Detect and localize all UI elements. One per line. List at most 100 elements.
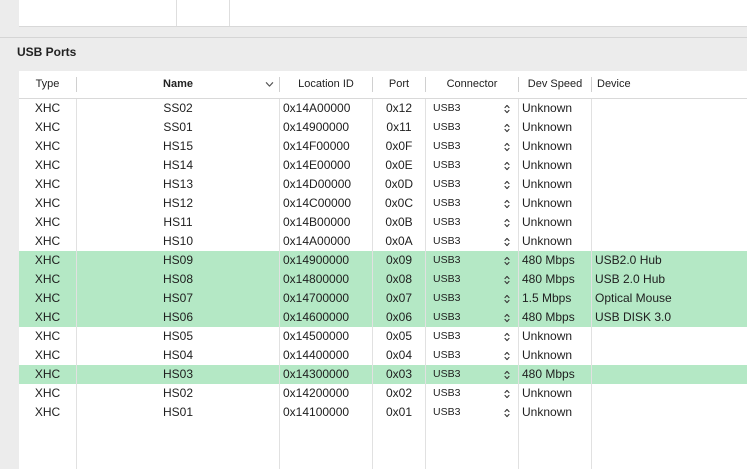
column-divider — [591, 99, 592, 469]
cell-type: XHC — [34, 405, 61, 419]
cell-port: 0x01 — [385, 405, 413, 419]
column-header-device[interactable]: Device — [597, 71, 737, 98]
cell-device — [595, 213, 745, 232]
cell-type: XHC — [34, 101, 61, 115]
up-down-stepper-icon[interactable] — [504, 142, 510, 152]
cell-dev-speed: Unknown — [522, 329, 573, 343]
cell-name: HS08 — [162, 272, 194, 286]
cell-name: HS11 — [163, 215, 193, 229]
cell-type: XHC — [34, 272, 61, 286]
cell-port: 0x06 — [385, 310, 413, 324]
cell-name: SS01 — [163, 120, 193, 134]
connector-popup-value[interactable]: USB3 — [433, 289, 493, 308]
cell-device: USB 2.0 Hub — [595, 272, 666, 286]
cell-name: HS07 — [162, 291, 194, 305]
table-row[interactable]: XHC HS01 0x14100000 0x01 USB3 Unknown — [19, 403, 747, 422]
table-row[interactable]: XHC SS02 0x14A00000 0x12 USB3 Unknown — [19, 99, 747, 118]
up-down-stepper-icon[interactable] — [504, 332, 510, 342]
connector-popup-value[interactable]: USB3 — [433, 308, 493, 327]
table-row[interactable]: XHC HS03 0x14300000 0x03 USB3 480 Mbps — [19, 365, 747, 384]
up-down-stepper-icon[interactable] — [504, 199, 510, 209]
connector-popup-value[interactable]: USB3 — [433, 365, 493, 384]
chevron-down-icon[interactable] — [265, 80, 274, 89]
connector-popup-value[interactable]: USB3 — [433, 156, 493, 175]
table-row[interactable]: XHC HS14 0x14E00000 0x0E USB3 Unknown — [19, 156, 747, 175]
connector-popup-value[interactable]: USB3 — [433, 403, 493, 422]
table-row[interactable]: XHC HS02 0x14200000 0x02 USB3 Unknown — [19, 384, 747, 403]
up-down-stepper-icon[interactable] — [504, 256, 510, 266]
usb-ports-table[interactable]: Type Name Location ID Port Connector Dev… — [19, 71, 747, 469]
cell-device — [595, 137, 745, 156]
cell-dev-speed: 480 Mbps — [522, 272, 575, 286]
cell-port: 0x11 — [386, 120, 412, 134]
up-down-stepper-icon[interactable] — [504, 104, 510, 114]
cell-dev-speed: Unknown — [522, 386, 573, 400]
previous-table-column-divider — [176, 0, 177, 26]
up-down-stepper-icon[interactable] — [504, 370, 510, 380]
cell-type: XHC — [34, 329, 61, 343]
cell-type: XHC — [34, 234, 61, 248]
connector-popup-value[interactable]: USB3 — [433, 327, 493, 346]
cell-port: 0x08 — [385, 272, 413, 286]
up-down-stepper-icon[interactable] — [504, 408, 510, 418]
column-header-port[interactable]: Port — [373, 71, 425, 98]
table-row[interactable]: XHC HS05 0x14500000 0x05 USB3 Unknown — [19, 327, 747, 346]
cell-port: 0x04 — [385, 348, 413, 362]
up-down-stepper-icon[interactable] — [504, 218, 510, 228]
usb-ports-section-title: USB Ports — [17, 45, 77, 59]
up-down-stepper-icon[interactable] — [504, 180, 510, 190]
table-row[interactable]: XHC HS15 0x14F00000 0x0F USB3 Unknown — [19, 137, 747, 156]
column-header-connector[interactable]: Connector — [426, 71, 518, 98]
cell-location-id: 0x14500000 — [283, 329, 350, 343]
cell-device — [595, 156, 745, 175]
cell-type: XHC — [34, 367, 61, 381]
connector-popup-value[interactable]: USB3 — [433, 346, 493, 365]
connector-popup-value[interactable]: USB3 — [433, 137, 493, 156]
cell-location-id: 0x14C00000 — [283, 196, 352, 210]
column-header-dev-speed[interactable]: Dev Speed — [519, 71, 591, 98]
cell-port: 0x0C — [384, 196, 413, 210]
table-row[interactable]: XHC HS04 0x14400000 0x04 USB3 Unknown — [19, 346, 747, 365]
cell-port: 0x0E — [385, 158, 413, 172]
connector-popup-value[interactable]: USB3 — [433, 251, 493, 270]
cell-location-id: 0x14600000 — [283, 310, 350, 324]
column-header-type[interactable]: Type — [19, 71, 76, 98]
cell-location-id: 0x14100000 — [283, 405, 350, 419]
table-row[interactable]: XHC HS09 0x14900000 0x09 USB3 480 Mbps USB2.0 … — [19, 251, 747, 270]
connector-popup-value[interactable]: USB3 — [433, 384, 493, 403]
column-divider — [372, 99, 373, 469]
column-resize-handle[interactable] — [591, 77, 592, 92]
table-row[interactable]: XHC HS12 0x14C00000 0x0C USB3 Unknown — [19, 194, 747, 213]
connector-popup-value[interactable]: USB3 — [433, 232, 493, 251]
up-down-stepper-icon[interactable] — [504, 313, 510, 323]
column-header-name[interactable]: Name — [77, 71, 279, 98]
column-header-location-id[interactable]: Location ID — [280, 71, 372, 98]
up-down-stepper-icon[interactable] — [504, 389, 510, 399]
table-row[interactable]: XHC HS08 0x14800000 0x08 USB3 480 Mbps USB 2.0… — [19, 270, 747, 289]
connector-popup-value[interactable]: USB3 — [433, 213, 493, 232]
cell-port: 0x02 — [385, 386, 413, 400]
connector-popup-value[interactable]: USB3 — [433, 99, 493, 118]
table-row[interactable]: XHC HS13 0x14D00000 0x0D USB3 Unknown — [19, 175, 747, 194]
connector-popup-value[interactable]: USB3 — [433, 118, 493, 137]
cell-dev-speed: 480 Mbps — [522, 310, 575, 324]
table-row[interactable]: XHC HS07 0x14700000 0x07 USB3 1.5 Mbps Optical… — [19, 289, 747, 308]
connector-popup-value[interactable]: USB3 — [433, 270, 493, 289]
cell-location-id: 0x14B00000 — [283, 215, 351, 229]
table-row[interactable]: XHC HS06 0x14600000 0x06 USB3 480 Mbps USB DIS… — [19, 308, 747, 327]
table-row[interactable]: XHC SS01 0x14900000 0x11 USB3 Unknown — [19, 118, 747, 137]
cell-device — [595, 403, 745, 422]
table-row[interactable]: XHC HS10 0x14A00000 0x0A USB3 Unknown — [19, 232, 747, 251]
up-down-stepper-icon[interactable] — [504, 351, 510, 361]
cell-port: 0x0B — [385, 215, 413, 229]
up-down-stepper-icon[interactable] — [504, 294, 510, 304]
up-down-stepper-icon[interactable] — [504, 161, 510, 171]
cell-type: XHC — [34, 386, 61, 400]
up-down-stepper-icon[interactable] — [504, 123, 510, 133]
column-divider — [425, 99, 426, 469]
up-down-stepper-icon[interactable] — [504, 275, 510, 285]
connector-popup-value[interactable]: USB3 — [433, 175, 493, 194]
table-row[interactable]: XHC HS11 0x14B00000 0x0B USB3 Unknown — [19, 213, 747, 232]
up-down-stepper-icon[interactable] — [504, 237, 510, 247]
connector-popup-value[interactable]: USB3 — [433, 194, 493, 213]
